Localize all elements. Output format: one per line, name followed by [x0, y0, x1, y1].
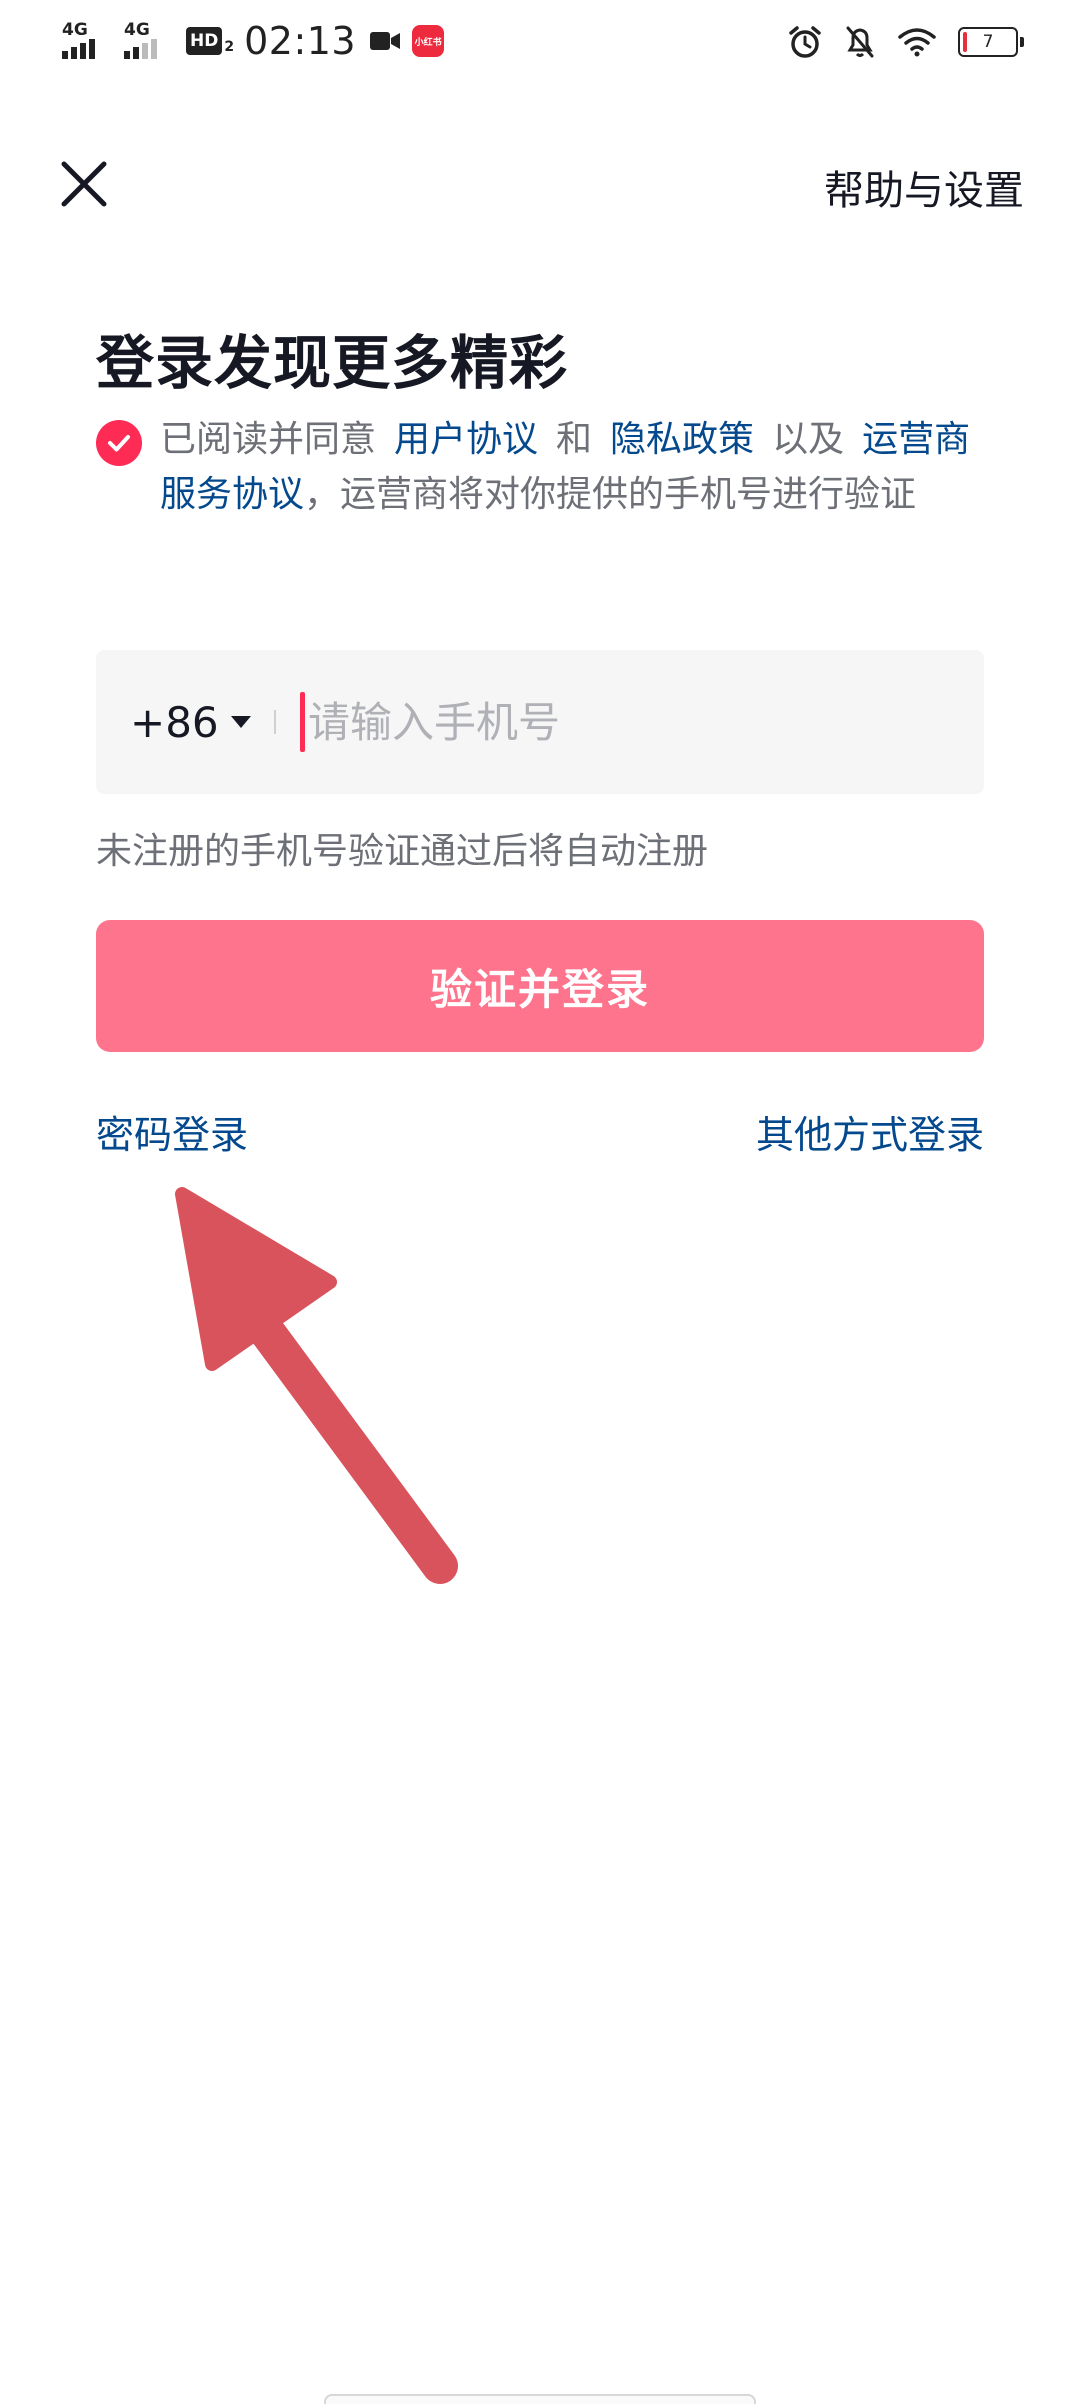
other-login-link[interactable]: 其他方式登录	[756, 1104, 984, 1159]
agreement-checkbox[interactable]	[96, 420, 142, 466]
auto-register-hint: 未注册的手机号验证通过后将自动注册	[96, 831, 709, 872]
home-indicator[interactable]	[324, 2394, 756, 2404]
check-icon	[108, 435, 130, 452]
agreement-comma: ，	[304, 474, 341, 515]
app-badge-icon: 小红书	[412, 25, 445, 57]
agreement-and: 和	[556, 419, 593, 460]
signal-icon	[62, 39, 95, 59]
agreement-section: 已阅读并同意 用户协议和隐私政策 以及 运营商服务协议，运营商将对你提供的手机号进行验…	[96, 412, 976, 522]
privacy-policy-link[interactable]: 隐私政策	[610, 419, 754, 460]
hd-icon: HD 2	[186, 27, 234, 55]
wifi-icon	[898, 28, 936, 57]
agreement-text: 已阅读并同意 用户协议和隐私政策 以及 运营商服务协议，运营商将对你提供的手机号进行验…	[160, 412, 976, 522]
network-type-label: 4G	[62, 20, 88, 40]
status-bar-left: 4G 4G HD 2 02:13 小红书	[62, 18, 445, 64]
alarm-icon	[789, 26, 821, 58]
close-button[interactable]	[56, 156, 112, 212]
password-login-link[interactable]: 密码登录	[96, 1104, 248, 1159]
status-time: 02:13	[244, 19, 357, 63]
network-indicator-2: 4G	[124, 21, 170, 61]
close-icon	[61, 161, 107, 207]
video-icon	[370, 32, 401, 50]
help-settings-link[interactable]: 帮助与设置	[824, 158, 1024, 216]
user-agreement-link[interactable]: 用户协议	[394, 419, 538, 460]
signal-icon	[124, 39, 157, 59]
hd-label: HD	[186, 27, 223, 55]
battery-level: 7	[982, 32, 994, 52]
mute-bell-icon	[846, 26, 874, 58]
triangle-down-icon	[230, 716, 251, 728]
country-code-label: +86	[130, 697, 219, 747]
verify-login-button[interactable]: 验证并登录	[96, 920, 984, 1052]
network-type-label: 4G	[124, 20, 150, 40]
agreement-suffix: 运营商将对你提供的手机号进行验证	[340, 474, 917, 515]
battery-fill	[963, 32, 967, 52]
status-bar-right: 7	[766, 20, 1024, 64]
agreement-prefix: 已阅读并同意	[160, 419, 377, 460]
battery-icon: 7	[958, 27, 1024, 57]
phone-number-input[interactable]	[308, 650, 948, 794]
network-indicator-1: 4G	[62, 21, 108, 61]
text-caret	[300, 692, 305, 752]
agreement-also: 以及	[772, 419, 845, 460]
input-divider	[274, 710, 276, 734]
country-code-selector[interactable]: +86	[130, 650, 251, 794]
phone-input-box: +86	[96, 650, 984, 794]
hd-sub-label: 2	[224, 39, 235, 55]
status-bar: 4G 4G HD 2 02:13 小红书 7	[0, 0, 1080, 80]
page-title: 登录发现更多精彩	[96, 329, 569, 397]
